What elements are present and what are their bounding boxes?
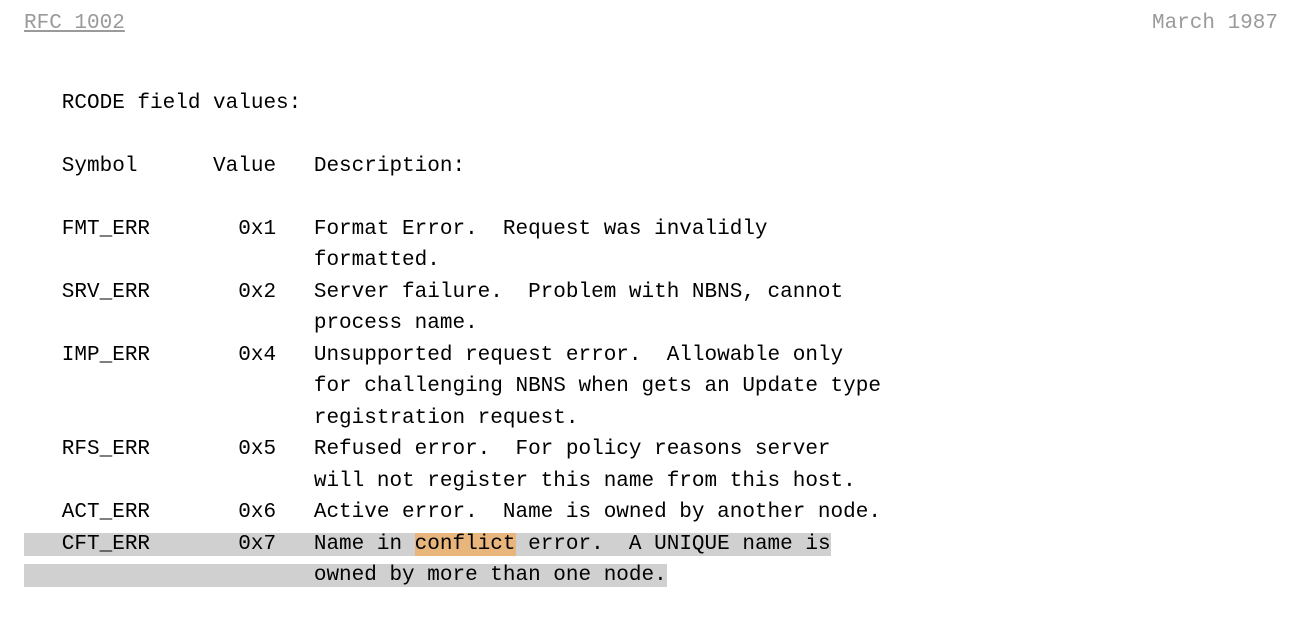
row-imp-err: IMP_ERR 0x4 Unsupported request error. A… [24, 344, 843, 367]
cft-err-post: error. A UNIQUE name is [516, 533, 831, 556]
row-rfs-err-cont: will not register this name from this ho… [24, 470, 856, 493]
search-highlight-word: conflict [415, 533, 516, 556]
row-cft-err-highlighted: CFT_ERR 0x7 Name in conflict error. A UN… [24, 533, 831, 556]
rfc-date: March 1987 [1152, 8, 1278, 40]
rcode-title: RCODE field values: [24, 92, 301, 115]
row-imp-err-cont: for challenging NBNS when gets an Update… [24, 375, 881, 398]
row-cft-err-cont-highlighted: owned by more than one node. [24, 564, 667, 587]
table-header: Symbol Value Description: [24, 155, 465, 178]
row-imp-err-cont2: registration request. [24, 407, 579, 430]
row-act-err: ACT_ERR 0x6 Active error. Name is owned … [24, 501, 881, 524]
document-page: RFC 1002 March 1987 RCODE field values: … [0, 0, 1302, 616]
row-rfs-err: RFS_ERR 0x5 Refused error. For policy re… [24, 438, 831, 461]
row-srv-err-cont: process name. [24, 312, 478, 335]
row-fmt-err-cont: formatted. [24, 249, 440, 272]
row-fmt-err: FMT_ERR 0x1 Format Error. Request was in… [24, 218, 768, 241]
document-body: RCODE field values: Symbol Value Descrip… [24, 88, 1278, 592]
cft-err-pre: CFT_ERR 0x7 Name in [24, 533, 415, 556]
row-srv-err: SRV_ERR 0x2 Server failure. Problem with… [24, 281, 843, 304]
rfc-link[interactable]: RFC 1002 [24, 8, 125, 40]
document-header: RFC 1002 March 1987 [24, 8, 1278, 40]
